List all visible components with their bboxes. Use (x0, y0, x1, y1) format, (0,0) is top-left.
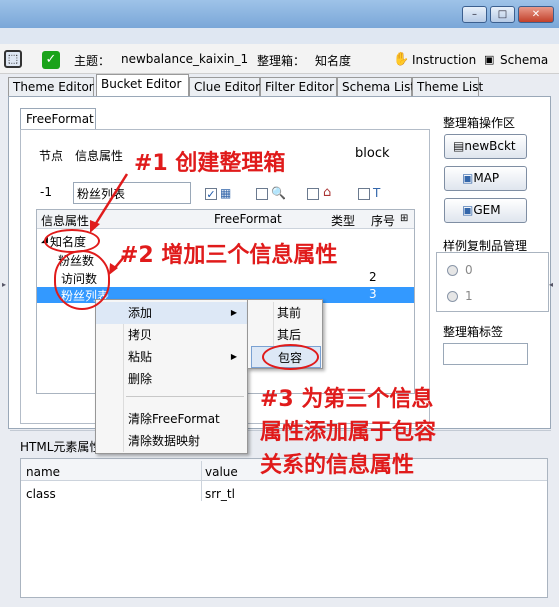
annotation-arrows (90, 173, 129, 275)
arrow-1-head (90, 220, 100, 233)
arrow-1 (91, 173, 129, 229)
